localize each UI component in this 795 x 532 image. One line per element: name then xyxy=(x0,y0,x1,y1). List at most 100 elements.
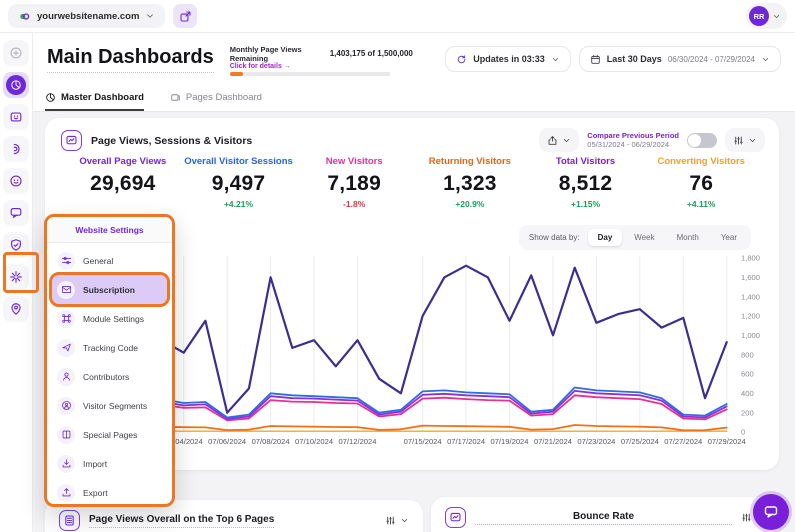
tab-pages-dashboard[interactable]: Pages Dashboard xyxy=(170,85,262,111)
chat-icon xyxy=(763,504,779,520)
menu-item-contributors[interactable]: Contributors xyxy=(52,362,167,391)
user-menu[interactable]: RR xyxy=(746,3,787,29)
showby-option-day[interactable]: Day xyxy=(588,229,623,246)
stat-overall-visitor-sessions: Overall Visitor Sessions9,497+4.21% xyxy=(181,156,297,209)
compare-label: Compare Previous Period xyxy=(587,131,679,140)
card-title: Page Views, Sessions & Visitors xyxy=(91,135,252,147)
sidebar-item-feedback[interactable] xyxy=(3,200,29,226)
showby-label: Show data by: xyxy=(523,233,586,242)
stat-label: New Visitors xyxy=(296,156,412,167)
chevron-down-icon xyxy=(562,136,571,145)
stat-label: Overall Page Views xyxy=(65,156,181,167)
sidebar-item-sessions[interactable] xyxy=(3,136,29,162)
sidebar-item-dashboards[interactable] xyxy=(3,72,29,98)
menu-item-export[interactable]: Export xyxy=(52,478,167,507)
calendar-icon xyxy=(590,54,601,65)
segments-icon xyxy=(61,400,72,411)
sidebar-item-reports[interactable] xyxy=(3,104,29,130)
menu-item-visitor-segments[interactable]: Visitor Segments xyxy=(52,391,167,420)
pin-icon xyxy=(9,302,23,316)
card-badge xyxy=(445,507,466,528)
tab-master-dashboard[interactable]: Master Dashboard xyxy=(45,85,144,111)
stat-converting-visitors: Converting Visitors76+4.11% xyxy=(643,156,759,209)
pages-icon xyxy=(61,429,72,440)
menu-item-special-pages[interactable]: Special Pages xyxy=(52,420,167,449)
chat-fab-button[interactable] xyxy=(753,494,789,530)
chevron-down-icon xyxy=(400,516,409,525)
open-site-button[interactable] xyxy=(173,4,197,28)
monitor-chart-icon xyxy=(449,511,462,524)
menu-item-icon-wrap xyxy=(57,426,75,444)
card-title: Bounce Rate xyxy=(475,511,732,525)
sidebar-item-collapse[interactable] xyxy=(3,40,29,66)
menu-item-icon-wrap xyxy=(57,339,75,357)
chevron-down-icon xyxy=(761,55,770,64)
menu-item-label: Export xyxy=(83,488,108,498)
stats-row: Overall Page Views 29,694Overall Visitor … xyxy=(65,156,759,209)
menu-item-icon-wrap xyxy=(57,310,75,328)
range-label: Last 30 Days xyxy=(607,54,662,64)
sliders-vertical-icon xyxy=(385,515,396,526)
face-icon xyxy=(9,174,23,188)
card-badge xyxy=(61,130,82,151)
chat-icon xyxy=(9,206,23,220)
menu-item-label: Special Pages xyxy=(83,430,137,440)
stat-label: Total Visitors xyxy=(528,156,644,167)
stat-value: 9,497 xyxy=(181,172,297,196)
compare-toggle[interactable] xyxy=(687,133,717,148)
stat-value: 29,694 xyxy=(65,172,181,196)
stat-label: Returning Visitors xyxy=(412,156,528,167)
stat-value: 8,512 xyxy=(528,172,644,196)
menu-item-label: Module Settings xyxy=(83,314,144,324)
sliders-icon xyxy=(61,255,72,266)
gear-icon xyxy=(9,270,23,284)
page-title: Main Dashboards xyxy=(47,46,214,73)
menu-item-label: Visitor Segments xyxy=(83,401,147,411)
menu-list: General Subscription Module Settings Tracki… xyxy=(47,243,172,510)
date-range-picker[interactable]: Last 30 Days 06/30/2024 - 07/29/2024 xyxy=(579,46,781,72)
menu-item-tracking-code[interactable]: Tracking Code xyxy=(52,333,167,362)
quota-progress-track xyxy=(230,72,390,76)
sliders-vertical-icon xyxy=(741,512,752,523)
sidebar-item-settings[interactable] xyxy=(3,264,29,290)
chart-options-button[interactable] xyxy=(725,128,765,152)
stat-value: 7,189 xyxy=(296,172,412,196)
showby-option-week[interactable]: Week xyxy=(624,229,664,246)
menu-item-label: Subscription xyxy=(83,285,135,295)
calculator-icon xyxy=(63,514,76,527)
top-bar: yourwebsitename.com RR xyxy=(0,0,795,33)
website-settings-menu: Website Settings GeneralSubscriptionModu… xyxy=(44,214,175,507)
export-chart-button[interactable] xyxy=(539,128,579,152)
site-name: yourwebsitename.com xyxy=(37,11,139,22)
sidebar-item-visitors[interactable] xyxy=(3,168,29,194)
mail-face-icon xyxy=(9,110,23,124)
stat-label: Overall Visitor Sessions xyxy=(181,156,297,167)
wave-icon xyxy=(9,142,23,156)
quota-details-link[interactable]: Click for details → xyxy=(230,63,291,70)
chart-options-button[interactable] xyxy=(385,515,409,526)
range-dates: 06/30/2024 - 07/29/2024 xyxy=(668,55,755,64)
menu-item-module-settings[interactable]: Module Settings xyxy=(52,304,167,333)
pie-icon xyxy=(45,92,56,103)
quota-widget: Monthly Page Views Remaining Click for d… xyxy=(230,40,402,78)
showby-option-year[interactable]: Year xyxy=(711,229,747,246)
chevron-down-icon xyxy=(145,11,155,21)
quota-progress-fill xyxy=(230,72,243,76)
modules-icon xyxy=(61,313,72,324)
menu-item-general[interactable]: General xyxy=(52,246,167,275)
avatar: RR xyxy=(749,6,769,26)
sidebar-item-support[interactable] xyxy=(3,296,29,322)
mail-icon xyxy=(61,284,72,295)
menu-item-subscription[interactable]: Subscription xyxy=(52,275,167,304)
menu-item-icon-wrap xyxy=(57,455,75,473)
menu-item-import[interactable]: Import xyxy=(52,449,167,478)
stat-overall-page-views: Overall Page Views 29,694 xyxy=(65,156,181,209)
updates-timer-button[interactable]: Updates in 03:33 xyxy=(445,46,571,72)
stat-total-visitors: Total Visitors8,512+1.15% xyxy=(528,156,644,209)
card-badge xyxy=(59,510,80,531)
menu-item-icon-wrap xyxy=(57,484,75,502)
site-selector[interactable]: yourwebsitename.com xyxy=(8,4,165,28)
card-title: Page Views Overall on the Top 6 Pages xyxy=(89,514,274,528)
sidebar-item-goals[interactable] xyxy=(3,232,29,258)
showby-option-month[interactable]: Month xyxy=(667,229,709,246)
